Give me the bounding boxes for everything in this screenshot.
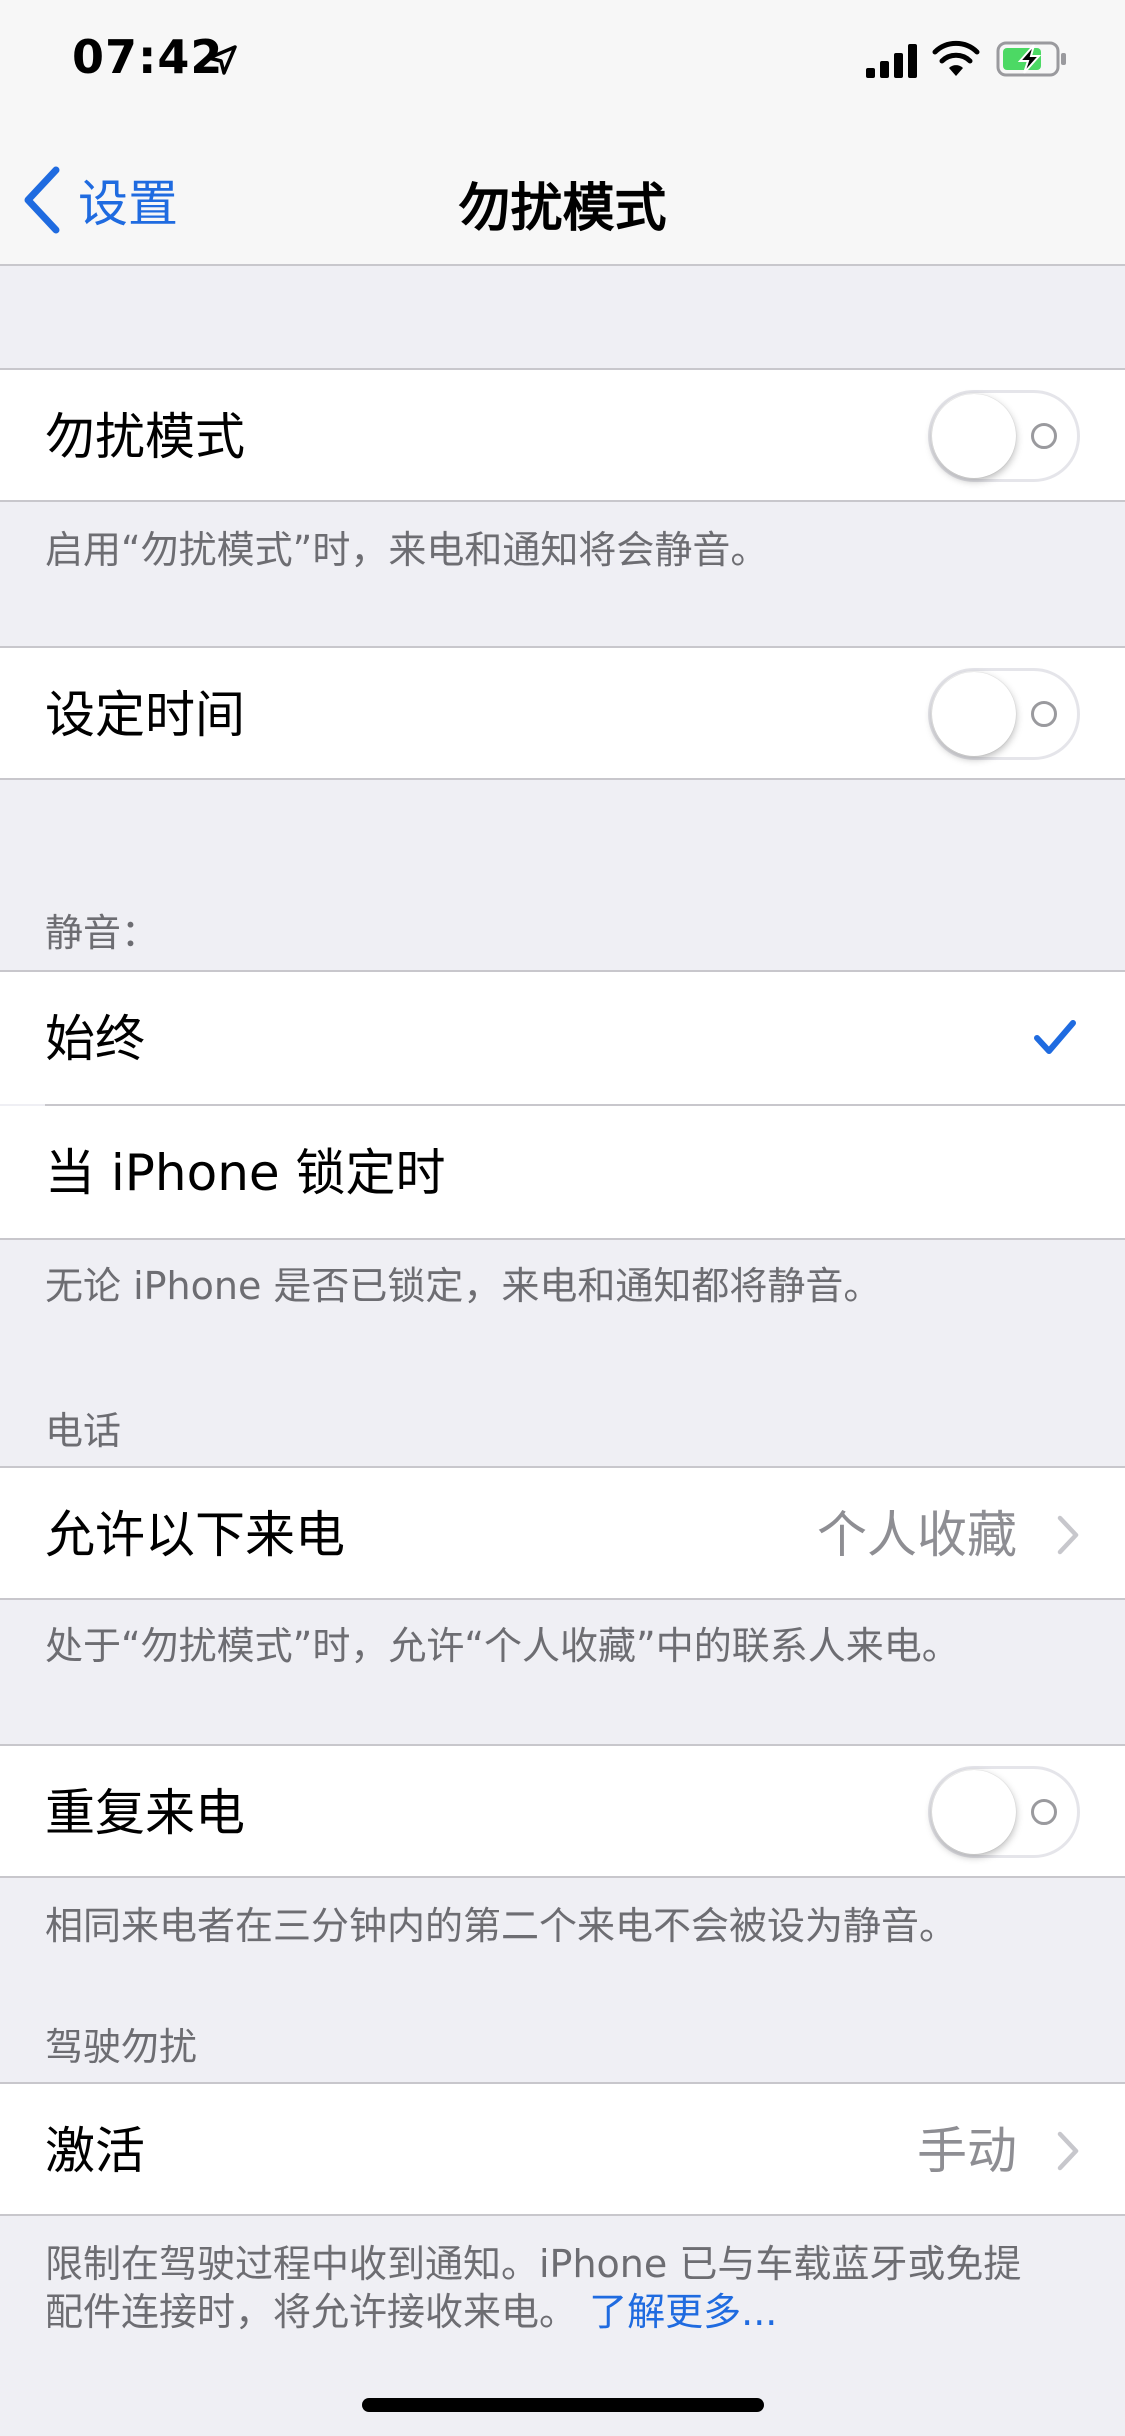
- repeated-calls-label: 重复来电: [45, 1784, 245, 1842]
- status-time: 07:42: [72, 30, 224, 84]
- scheduled-cell: 设定时间: [0, 646, 1125, 780]
- silence-header: 静音：: [45, 911, 160, 955]
- phone-header: 电话: [45, 1409, 122, 1453]
- silence-option-always[interactable]: 始终: [0, 970, 1125, 1104]
- allow-calls-cell[interactable]: 允许以下来电 个人收藏: [0, 1466, 1125, 1600]
- option-label: 始终: [45, 1010, 145, 1068]
- dnd-footer: 启用“勿扰模式”时，来电和通知将会静音。: [45, 528, 769, 572]
- cellular-signal-icon: [866, 44, 917, 78]
- wifi-icon: [932, 40, 980, 76]
- toggle-off-icon: [1031, 423, 1057, 449]
- silence-footer: 无论 iPhone 是否已锁定，来电和通知都将静音。: [45, 1264, 882, 1308]
- toggle-knob: [932, 394, 1016, 478]
- home-indicator[interactable]: [362, 2398, 764, 2412]
- allow-calls-value: 个人收藏: [817, 1506, 1017, 1564]
- driving-footer-line2-wrap: 配件连接时，将允许接收来电。 了解更多...: [45, 2288, 1085, 2336]
- driving-footer-line2: 配件连接时，将允许接收来电。: [45, 2290, 578, 2334]
- activate-cell[interactable]: 激活 手动: [0, 2082, 1125, 2216]
- toggle-knob: [932, 672, 1016, 756]
- scheduled-toggle[interactable]: [928, 668, 1080, 760]
- dnd-label: 勿扰模式: [45, 408, 245, 466]
- toggle-knob: [932, 1770, 1016, 1854]
- dnd-toggle[interactable]: [928, 390, 1080, 482]
- learn-more-link[interactable]: 了解更多...: [589, 2290, 777, 2334]
- repeated-calls-toggle[interactable]: [928, 1766, 1080, 1858]
- toggle-off-icon: [1031, 701, 1057, 727]
- navigation-bar: 设置 勿扰模式: [0, 130, 1125, 266]
- driving-header: 驾驶勿扰: [45, 2025, 198, 2069]
- scheduled-label: 设定时间: [45, 686, 245, 744]
- driving-footer-line1: 限制在驾驶过程中收到通知。iPhone 已与车载蓝牙或免提: [45, 2242, 1022, 2286]
- battery-charging-icon: [996, 41, 1066, 77]
- silence-option-locked[interactable]: 当 iPhone 锁定时: [0, 1106, 1125, 1240]
- page-title: 勿扰模式: [458, 179, 667, 239]
- activate-value: 手动: [917, 2122, 1017, 2180]
- activate-label: 激活: [45, 2122, 145, 2180]
- repeated-calls-footer: 相同来电者在三分钟内的第二个来电不会被设为静音。: [45, 1904, 958, 1948]
- repeated-calls-cell: 重复来电: [0, 1744, 1125, 1878]
- status-bar: 07:42: [0, 0, 1125, 130]
- checkmark-icon: [1034, 1020, 1076, 1054]
- option-label: 当 iPhone 锁定时: [45, 1144, 446, 1202]
- chevron-right-icon: [1057, 2131, 1079, 2171]
- chevron-right-icon: [1057, 1515, 1079, 1555]
- location-arrow-icon: [207, 45, 237, 75]
- driving-footer: 限制在驾驶过程中收到通知。iPhone 已与车载蓝牙或免提 配件连接时，将允许接…: [45, 2240, 1085, 2336]
- toggle-off-icon: [1031, 1799, 1057, 1825]
- dnd-cell: 勿扰模式: [0, 368, 1125, 502]
- allow-calls-footer: 处于“勿扰模式”时，允许“个人收藏”中的联系人来电。: [45, 1624, 960, 1668]
- allow-calls-label: 允许以下来电: [45, 1506, 345, 1564]
